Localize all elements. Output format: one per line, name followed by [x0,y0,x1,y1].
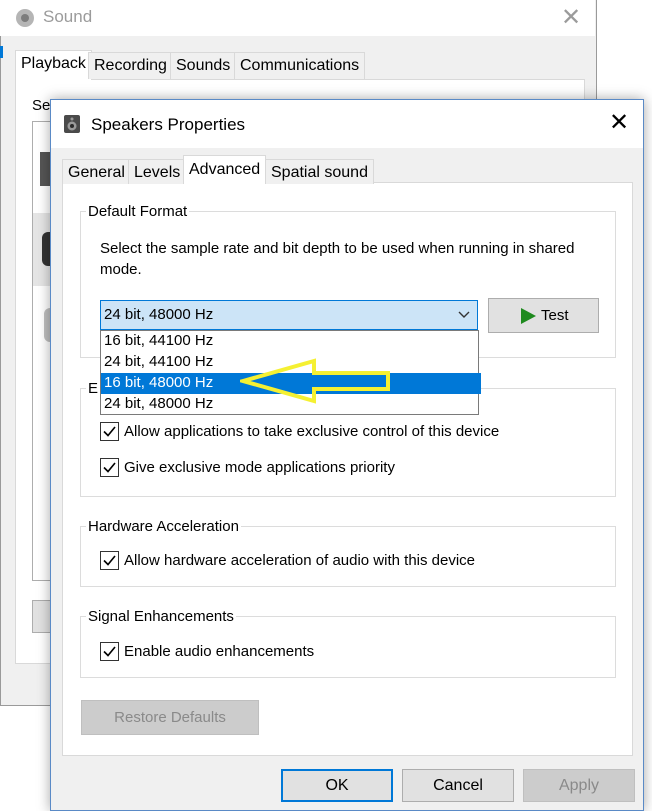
tab-sounds[interactable]: Sounds [170,52,237,79]
tab-advanced[interactable]: Advanced [183,155,267,184]
tab-recording[interactable]: Recording [88,52,173,79]
signal-enhancements-legend: Signal Enhancements [88,608,234,625]
allow-exclusive-label: Allow applications to take exclusive con… [124,423,500,440]
speaker-device-icon [63,114,81,134]
test-button-label: Test [541,307,569,324]
cancel-button[interactable]: Cancel [402,769,514,802]
default-format-legend: Default Format [88,203,188,220]
window-edge-accent [0,46,3,58]
restore-defaults-button[interactable]: Restore Defaults [81,700,259,735]
exclusive-priority-checkbox[interactable] [100,458,119,477]
speaker-icon [14,7,36,29]
configure-button[interactable] [32,600,52,633]
format-option[interactable]: 16 bit, 44100 Hz [104,331,476,352]
chevron-down-icon[interactable] [456,304,472,324]
apply-button[interactable]: Apply [523,769,635,802]
tab-general[interactable]: General [62,159,131,184]
enable-enhancements-checkbox[interactable] [100,642,119,661]
playback-device-list[interactable] [32,121,52,581]
ok-button[interactable]: OK [281,769,393,802]
tab-levels[interactable]: Levels [128,159,187,184]
exclusive-mode-legend: E [88,380,99,397]
tab-communications[interactable]: Communications [234,52,366,79]
dialog-title: Speakers Properties [91,115,246,134]
annotation-arrow-icon [235,358,392,404]
sound-close-icon[interactable]: ✕ [556,4,586,32]
allow-exclusive-checkbox[interactable] [100,422,119,441]
sound-window-title: Sound [43,7,93,26]
play-icon [519,307,537,325]
allow-hw-acceleration-checkbox[interactable] [100,551,119,570]
tab-spatial-sound[interactable]: Spatial sound [265,159,374,184]
default-format-description: Select the sample rate and bit depth to … [100,240,575,278]
allow-hw-acceleration-label: Allow hardware acceleration of audio wit… [124,552,476,569]
tab-playback[interactable]: Playback [15,50,92,80]
exclusive-priority-label: Give exclusive mode applications priorit… [124,459,395,476]
enable-enhancements-label: Enable audio enhancements [124,643,315,660]
dialog-close-icon[interactable]: ✕ [604,109,634,137]
hardware-acceleration-legend: Hardware Acceleration [88,518,239,535]
format-select-value: 24 bit, 48000 Hz [104,306,214,323]
